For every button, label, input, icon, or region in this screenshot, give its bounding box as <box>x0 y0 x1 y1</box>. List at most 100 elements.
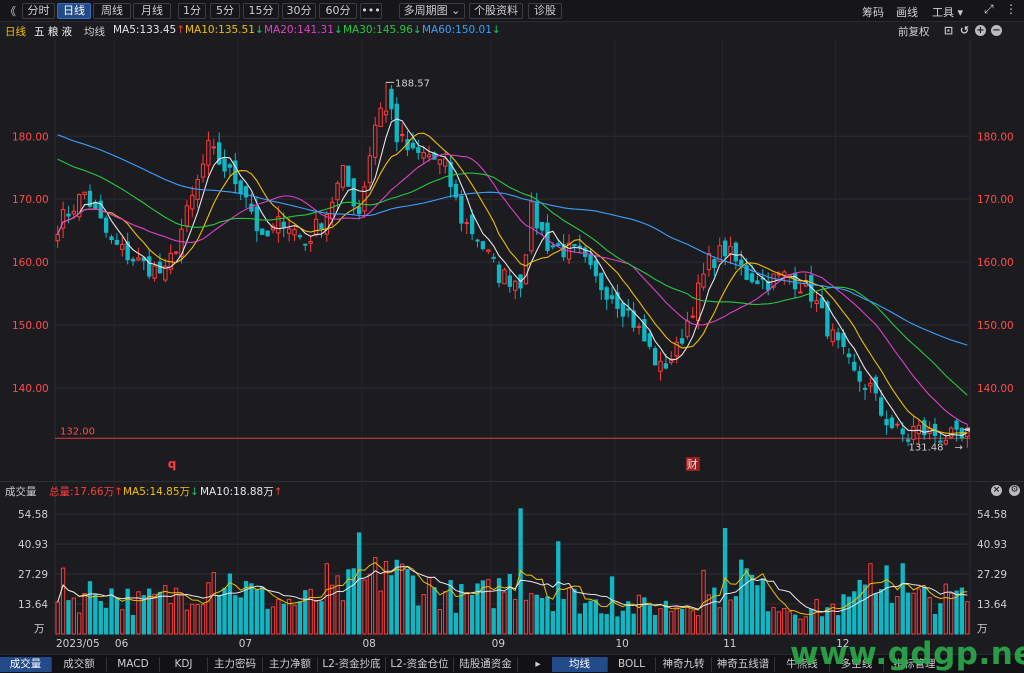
indicator-tab-5[interactable]: 主力净额 <box>263 657 318 672</box>
candle-body <box>529 201 534 252</box>
volume-bar <box>55 601 60 635</box>
toolbar-item-6[interactable]: 15分 <box>243 3 279 19</box>
volume-bar <box>356 532 362 635</box>
indicator-tab-8[interactable]: 陆股通资金 <box>454 657 518 672</box>
kline-chart[interactable]: 180.00 180.00 170.00 170.00 160.00 160.00 150.… <box>0 22 1024 654</box>
volume-bar <box>432 587 437 635</box>
low-price-label: 131.48 <box>909 443 944 454</box>
back-icon[interactable]: 《 <box>5 3 16 19</box>
event-marker-cai[interactable]: 财 <box>687 457 698 471</box>
candle-body <box>857 371 862 382</box>
toolbar-item-8[interactable]: 60分 <box>319 3 357 19</box>
candle-body <box>480 241 486 250</box>
price-tick-left: 140.00 <box>12 383 49 395</box>
volume-tick-left: 40.93 <box>18 539 48 551</box>
volume-ma5-arrow: ↓ <box>190 486 199 498</box>
tab-scroll-icon[interactable]: ▸ <box>530 657 546 672</box>
volume-bar <box>852 591 857 635</box>
volume-tick-right: 54.58 <box>977 509 1007 521</box>
toolbar-item-1[interactable]: 日线 <box>57 3 91 19</box>
volume-bar <box>152 593 157 635</box>
overlay-tab-3[interactable]: 神奇五线谱 <box>712 657 775 672</box>
toolbar-right-item-0[interactable]: 筹码 <box>862 4 884 20</box>
volume-bar <box>857 579 862 635</box>
volume-bar <box>195 603 200 635</box>
candle-body <box>383 110 389 116</box>
volume-bar <box>771 607 776 635</box>
toolbar-item-0[interactable]: 分时 <box>22 3 55 19</box>
candle-body <box>523 254 529 285</box>
volume-bar <box>744 568 749 635</box>
toolbar-item-2[interactable]: 周线 <box>93 3 131 19</box>
toolbar-item-10[interactable]: 多周期图 ⌄ <box>399 3 465 19</box>
volume-bar <box>577 613 582 635</box>
volume-bar <box>378 590 383 635</box>
volume-bar <box>211 571 216 635</box>
volume-bar <box>792 614 798 635</box>
candle-body <box>835 332 841 341</box>
volume-bar <box>464 592 469 635</box>
candle-body <box>685 320 690 337</box>
indicator-tab-1[interactable]: 成交额 <box>52 657 107 672</box>
candle-body <box>109 236 114 241</box>
candle-body <box>620 302 626 317</box>
candle-body <box>120 243 125 250</box>
candle-body <box>227 164 233 168</box>
volume-bar <box>658 608 663 635</box>
toolbar-right-item-2[interactable]: 工具 ▾ <box>932 4 963 20</box>
candle-body <box>895 423 900 426</box>
event-marker-q[interactable]: q <box>168 457 177 471</box>
candle-body <box>356 206 362 215</box>
toolbar-item-4[interactable]: 1分 <box>178 3 206 19</box>
volume-bar <box>566 587 572 635</box>
settings-icon[interactable]: ⚙ <box>1009 485 1020 496</box>
toolbar-item-3[interactable]: 月线 <box>133 3 171 19</box>
volume-bar <box>550 611 556 635</box>
volume-bar <box>739 559 744 635</box>
toolbar-item-12[interactable]: 诊股 <box>528 3 562 19</box>
overlay-tab-0[interactable]: 均线 <box>552 657 608 672</box>
volume-bar <box>593 599 599 635</box>
candle-body <box>652 348 658 366</box>
volume-ma5-value: MA5:14.85万 <box>123 486 191 498</box>
indicator-tab-2[interactable]: MACD <box>107 657 160 672</box>
volume-bar <box>405 569 410 635</box>
toolbar-item-9[interactable]: ••• <box>360 3 382 19</box>
toolbar-right-item-1[interactable]: 画线 <box>896 4 918 20</box>
toolbar-item-7[interactable]: 30分 <box>282 3 316 19</box>
toolbar-item-5[interactable]: 5分 <box>210 3 240 19</box>
volume-bar <box>93 593 98 635</box>
candle-body <box>136 257 141 261</box>
volume-bar <box>130 614 136 635</box>
volume-bar <box>588 600 593 635</box>
close-icon[interactable]: × <box>991 485 1002 496</box>
volume-bar <box>373 557 378 635</box>
volume-title: 成交量 <box>5 486 37 498</box>
toolbar-item-11[interactable]: 个股资料 <box>469 3 523 19</box>
more-icon[interactable]: ⋮ <box>1005 2 1017 16</box>
ma-line-ma30 <box>57 158 968 396</box>
indicator-tab-7[interactable]: L2-资金仓位 <box>386 657 454 672</box>
volume-bar <box>233 595 238 635</box>
volume-bar <box>620 610 626 635</box>
candle-body <box>900 428 905 435</box>
indicator-tab-6[interactable]: L2-资金抄底 <box>318 657 386 672</box>
volume-bar <box>216 594 222 635</box>
date-label: 11 <box>723 638 736 650</box>
indicator-tab-0[interactable]: 成交量 <box>0 657 52 672</box>
volume-bar <box>706 594 712 635</box>
candle-body <box>690 315 695 318</box>
indicator-tab-4[interactable]: 主力密码 <box>208 657 263 672</box>
indicator-tab-3[interactable]: KDJ <box>160 657 208 672</box>
volume-bar <box>911 592 916 635</box>
expand-icon[interactable]: ⤢ <box>984 2 994 17</box>
reference-line-label: 132.00 <box>60 426 95 437</box>
candle-body <box>572 244 577 247</box>
volume-bar <box>685 605 690 635</box>
volume-bar <box>631 613 636 635</box>
candle-body <box>846 353 852 358</box>
overlay-tab-2[interactable]: 神奇九转 <box>656 657 712 672</box>
price-tick-left: 170.00 <box>12 194 49 206</box>
candle-body <box>443 158 448 167</box>
overlay-tab-1[interactable]: BOLL <box>608 657 656 672</box>
